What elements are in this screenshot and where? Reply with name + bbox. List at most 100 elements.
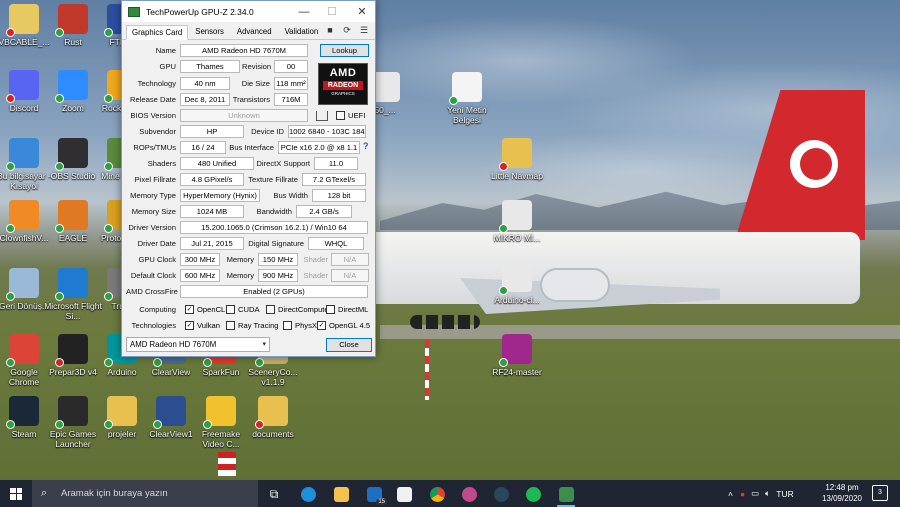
bus-interface-value: PCIe x16 2.0 @ x8 1.1 bbox=[278, 141, 360, 154]
volume-icon[interactable]: 🔈︎ bbox=[765, 488, 770, 499]
network-icon[interactable]: ▭ bbox=[751, 488, 759, 499]
notification-center-button[interactable]: 3 bbox=[872, 485, 888, 501]
driver-version-label: Driver Version bbox=[128, 223, 176, 232]
default-shader-value: N/A bbox=[331, 269, 369, 282]
digital-signature-value: WHQL bbox=[308, 237, 364, 250]
transistors-label: Transistors bbox=[232, 95, 270, 104]
sync-ok-icon bbox=[6, 420, 15, 429]
sync-ok-icon bbox=[55, 28, 64, 37]
taskbar-mail[interactable]: 15 bbox=[363, 483, 387, 505]
taskbar-clock[interactable]: 12:48 pm 13/09/2020 bbox=[818, 482, 866, 504]
show-hidden-icons-icon[interactable]: ˄ bbox=[728, 489, 733, 499]
minimize-button[interactable]: — bbox=[290, 1, 318, 22]
technologies-checkbox[interactable]: ✓ bbox=[185, 321, 194, 330]
texture-fillrate-value: 7.2 GTexel/s bbox=[302, 173, 366, 186]
computing-checkbox[interactable] bbox=[326, 305, 335, 314]
device-id-label: Device ID bbox=[251, 127, 284, 136]
sync-ok-icon bbox=[6, 224, 15, 233]
tray-app-icon[interactable]: ● bbox=[740, 489, 745, 499]
app-icon bbox=[104, 396, 137, 429]
tab-sensors[interactable]: Sensors bbox=[189, 24, 230, 39]
desktop-icon[interactable]: Arduino-cl... bbox=[488, 262, 546, 305]
app-icon bbox=[55, 334, 88, 367]
taskbar-file-explorer[interactable] bbox=[330, 483, 352, 505]
task-view-button[interactable]: ⧉ bbox=[263, 483, 285, 505]
default-clock-label: Default Clock bbox=[130, 271, 176, 280]
refresh-icon[interactable]: ⟳ bbox=[342, 25, 352, 35]
start-button[interactable] bbox=[0, 480, 32, 507]
sync-error-icon bbox=[6, 28, 15, 37]
computing-checkbox[interactable]: ✓ bbox=[185, 305, 194, 314]
sync-error-icon bbox=[255, 420, 264, 429]
tab-advanced[interactable]: Advanced bbox=[231, 24, 278, 39]
airplane-engine bbox=[540, 268, 610, 302]
camera-icon[interactable]: ■ bbox=[325, 25, 335, 35]
search-icon: ⌕ bbox=[41, 487, 48, 499]
tab-validation[interactable]: Validation bbox=[279, 24, 325, 39]
computing-checkbox[interactable] bbox=[266, 305, 275, 314]
default-shader-label: Shader bbox=[303, 271, 329, 280]
close-button[interactable]: Close bbox=[326, 338, 372, 352]
sync-ok-icon bbox=[153, 420, 162, 429]
sync-ok-icon bbox=[55, 94, 64, 103]
gpuz-window[interactable]: TechPowerUp GPU-Z 2.34.0 — ☐ ✕ Graphics … bbox=[121, 0, 376, 357]
tab-graphics-card[interactable]: Graphics Card bbox=[126, 25, 189, 40]
gpu-name-value: AMD Radeon HD 7670M bbox=[180, 44, 308, 57]
lookup-button[interactable]: Lookup bbox=[320, 44, 369, 57]
share-icon[interactable] bbox=[316, 111, 328, 121]
computing-checkbox-label: CUDA bbox=[238, 305, 260, 314]
bandwidth-value: 2.4 GB/s bbox=[296, 205, 352, 218]
memory-clock-label: Memory bbox=[226, 255, 254, 264]
sync-ok-icon bbox=[6, 162, 15, 171]
folder-icon bbox=[333, 486, 349, 502]
taskbar-steam[interactable] bbox=[490, 483, 512, 505]
app-icon bbox=[499, 334, 532, 367]
pixel-fillrate-value: 4.8 GPixel/s bbox=[180, 173, 244, 186]
close-window-button[interactable]: ✕ bbox=[348, 1, 376, 22]
technologies-checkbox[interactable]: ✓ bbox=[317, 321, 326, 330]
clock-date: 13/09/2020 bbox=[821, 494, 863, 503]
desktop-icon[interactable]: documents bbox=[244, 396, 302, 439]
uefi-checkbox[interactable] bbox=[336, 111, 345, 120]
desktop-icon[interactable]: Little Navmap bbox=[488, 138, 546, 181]
computing-label: Computing bbox=[139, 305, 176, 314]
desktop-icon-label: EAGLE bbox=[58, 233, 88, 243]
app-icon bbox=[499, 138, 532, 171]
chevron-down-icon: ▾ bbox=[262, 341, 266, 348]
desktop-icon-label: Arduino-cl... bbox=[494, 295, 540, 305]
taskbar-search[interactable]: ⌕ Aramak için buraya yazın bbox=[32, 480, 258, 507]
desktop-icon-label: projeler bbox=[107, 429, 137, 439]
app-icon bbox=[6, 334, 39, 367]
die-size-label: Die Size bbox=[241, 79, 270, 88]
taskbar-store[interactable] bbox=[393, 483, 415, 505]
menu-icon[interactable]: ☰ bbox=[359, 25, 369, 35]
memory-clock-value: 150 MHz bbox=[258, 253, 298, 266]
taskbar-chrome[interactable] bbox=[426, 483, 448, 505]
sync-ok-icon bbox=[255, 358, 264, 367]
maximize-button[interactable]: ☐ bbox=[318, 1, 346, 22]
desktop-icon[interactable]: Yeni Metin Belgesi bbox=[438, 72, 496, 125]
default-memory-label: Memory bbox=[226, 271, 254, 280]
taskbar-app-pinwheel[interactable] bbox=[458, 483, 480, 505]
gpu-select-dropdown[interactable]: AMD Radeon HD 7670M ▾ bbox=[126, 337, 270, 352]
desktop-icon[interactable]: Freemake Video C... bbox=[192, 396, 250, 449]
computing-checkbox[interactable] bbox=[226, 305, 235, 314]
keyboard-language[interactable]: TUR bbox=[776, 489, 793, 499]
desktop-icon-label: Arduino bbox=[107, 367, 137, 377]
shaders-label: Shaders bbox=[147, 159, 176, 168]
technologies-label: Technologies bbox=[131, 321, 176, 330]
title-bar[interactable]: TechPowerUp GPU-Z 2.34.0 — ☐ ✕ bbox=[122, 1, 375, 22]
technology-label: Technology bbox=[137, 79, 176, 88]
desktop-icon[interactable]: MİKRO Mİ... bbox=[488, 200, 546, 243]
taskbar-gpuz[interactable] bbox=[555, 483, 577, 507]
desktop-icon-label: Steam bbox=[11, 429, 37, 439]
technologies-checkbox[interactable] bbox=[226, 321, 235, 330]
technologies-checkbox[interactable] bbox=[283, 321, 292, 330]
app-icon bbox=[6, 268, 39, 301]
search-placeholder: Aramak için buraya yazın bbox=[61, 488, 168, 499]
help-icon[interactable]: ? bbox=[363, 141, 369, 151]
taskbar-spotify[interactable] bbox=[522, 483, 544, 505]
computing-checkbox-label: DirectCompute bbox=[278, 305, 329, 314]
desktop-icon[interactable]: RF24-master bbox=[488, 334, 546, 377]
taskbar-edge[interactable] bbox=[297, 483, 319, 505]
